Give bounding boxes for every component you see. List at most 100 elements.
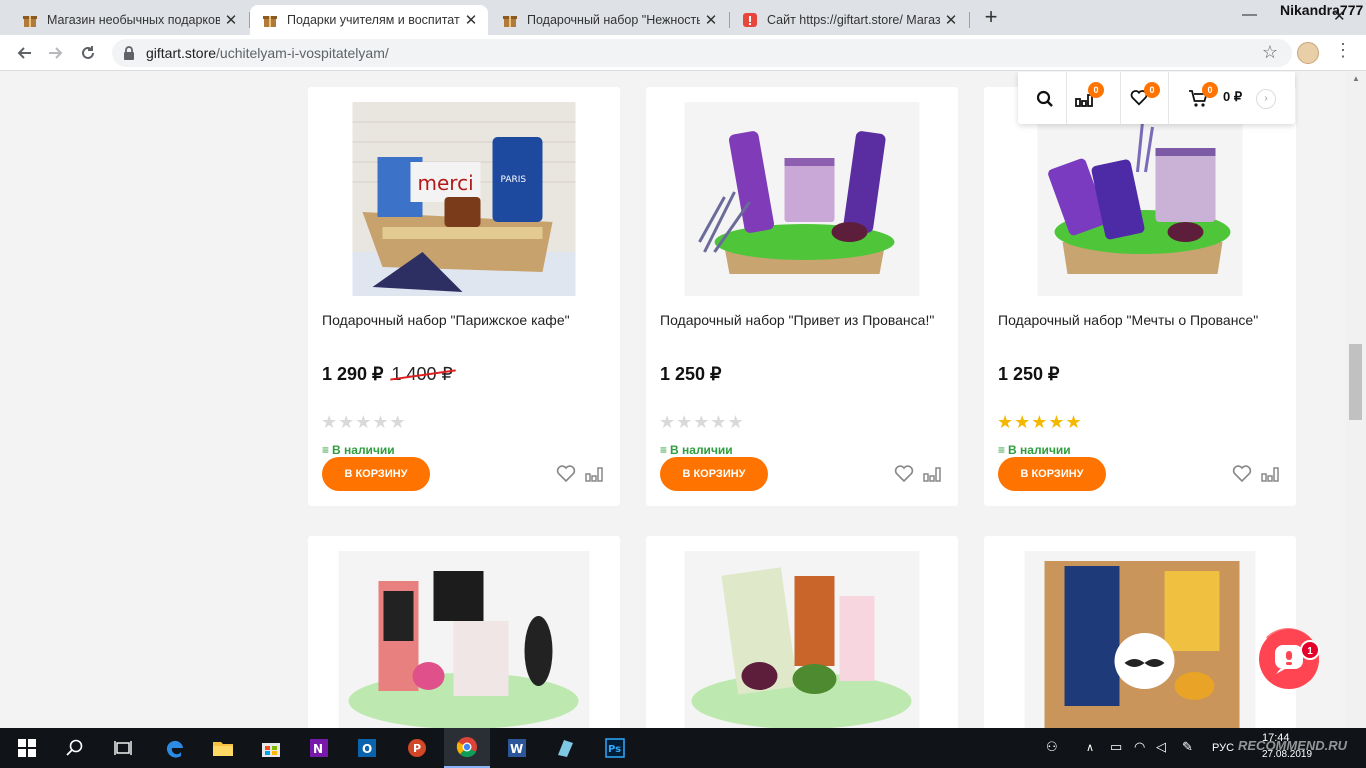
product-image[interactable] [338, 551, 590, 728]
product-card[interactable] [308, 536, 620, 728]
stock-status: ≡ В наличии [998, 443, 1071, 457]
compare-icon[interactable] [922, 465, 942, 483]
tray-chevron-icon[interactable]: ∧ [1086, 741, 1094, 754]
compare-icon[interactable] [584, 465, 604, 483]
clock-time[interactable]: 17:44 [1262, 732, 1290, 744]
arrow-right-icon [49, 47, 63, 59]
close-icon[interactable]: ✕ [460, 11, 482, 29]
volume-icon[interactable]: ◁ [1156, 739, 1166, 755]
close-window-icon[interactable]: ✕ [1333, 7, 1346, 25]
taskbar-store[interactable] [248, 728, 294, 768]
onenote-icon: N [310, 739, 328, 757]
cart-arrow-button[interactable]: › [1256, 89, 1276, 109]
people-icon[interactable]: ⚇ [1046, 739, 1058, 755]
rating-stars[interactable]: ★★★★★ [659, 412, 745, 433]
taskbar-photoshop[interactable]: Ps [592, 728, 638, 768]
windows-logo-icon [18, 739, 36, 757]
browser-toolbar: giftart.store/uchitelyam-i-vospitatelyam… [0, 35, 1366, 71]
app-icon [558, 740, 573, 757]
header-actions-panel: 0 0 0 0 ₽ › [1018, 72, 1295, 124]
taskbar-edge[interactable] [152, 728, 198, 768]
tab-teachers[interactable]: Подарки учителям и воспитате ✕ [250, 5, 488, 35]
product-price: 1 250 ₽ [998, 364, 1060, 385]
close-icon[interactable]: ✕ [220, 11, 242, 29]
product-image[interactable] [1037, 102, 1243, 296]
browser-menu-icon[interactable]: ⋮ [1334, 40, 1352, 61]
user-name[interactable]: Nikandra777 [1280, 2, 1363, 18]
search-icon[interactable] [1036, 90, 1054, 108]
url-domain: giftart.store [146, 45, 217, 61]
taskbar-app[interactable] [542, 728, 588, 768]
svg-text:O: O [362, 742, 372, 756]
bookmark-star-icon[interactable]: ☆ [1262, 42, 1278, 63]
panel-divider [1168, 72, 1169, 124]
svg-text:N: N [313, 742, 323, 756]
product-title[interactable]: Подарочный набор "Парижское кафе" [322, 312, 570, 328]
add-to-cart-button[interactable]: В КОРЗИНУ [322, 457, 430, 491]
tab-strip: Магазин необычных подарков ✕ Подарки учи… [0, 0, 1366, 35]
reload-button[interactable] [76, 41, 100, 65]
wifi-icon[interactable]: ◠ [1134, 739, 1145, 755]
search-icon [66, 739, 83, 756]
heart-icon[interactable] [894, 465, 914, 483]
new-tab-button[interactable]: + [978, 6, 1004, 30]
minimize-icon[interactable]: — [1242, 6, 1257, 23]
product-image[interactable] [684, 551, 920, 728]
battery-icon[interactable]: ▭ [1110, 739, 1122, 755]
pen-icon[interactable]: ✎ [1182, 739, 1193, 755]
stock-status: ≡ В наличии [660, 443, 733, 457]
url-path: /uchitelyam-i-vospitatelyam/ [216, 45, 389, 61]
taskbar-explorer[interactable] [200, 728, 246, 768]
product-image[interactable] [684, 102, 920, 296]
rating-stars[interactable]: ★★★★★ [997, 412, 1083, 433]
product-price: 1 290 ₽ 1 400 ₽ [322, 364, 453, 385]
close-icon[interactable]: ✕ [940, 11, 962, 29]
wishlist-count-badge: 0 [1144, 82, 1160, 98]
svg-text:P: P [413, 742, 421, 755]
taskbar-onenote[interactable]: N [296, 728, 342, 768]
cart-total[interactable]: 0 ₽ [1223, 89, 1242, 105]
taskbar-chrome[interactable] [444, 728, 490, 768]
product-card[interactable] [984, 536, 1296, 728]
task-view-button[interactable] [100, 728, 146, 768]
product-title[interactable]: Подарочный набор "Привет из Прованса!" [660, 312, 934, 328]
add-to-cart-button[interactable]: В КОРЗИНУ [660, 457, 768, 491]
current-price: 1 250 ₽ [660, 364, 722, 384]
tab-title: Подарки учителям и воспитате [287, 13, 460, 27]
product-card[interactable]: merci PARIS Подарочный набор "Парижское … [308, 87, 620, 506]
profile-avatar[interactable] [1297, 42, 1319, 64]
tab-title: Сайт https://giftart.store/ Магази [767, 13, 940, 27]
taskbar-powerpoint[interactable]: P [394, 728, 440, 768]
language-indicator[interactable]: РУС [1212, 742, 1234, 754]
compare-count-badge: 0 [1088, 82, 1104, 98]
search-button[interactable] [52, 728, 98, 768]
product-image[interactable] [1024, 551, 1256, 728]
product-card[interactable] [646, 536, 958, 728]
compare-icon[interactable] [1260, 465, 1280, 483]
tab-gift-shop[interactable]: Магазин необычных подарков ✕ [10, 5, 248, 35]
page-scrollbar[interactable]: ▲ [1346, 72, 1366, 728]
heart-icon[interactable] [1232, 465, 1252, 483]
photoshop-icon: Ps [605, 738, 625, 758]
forward-button[interactable] [44, 41, 68, 65]
product-image[interactable]: merci PARIS [352, 102, 576, 296]
product-card[interactable]: Подарочный набор "Привет из Прованса!" 1… [646, 87, 958, 506]
taskbar-word[interactable]: W [494, 728, 540, 768]
scroll-up-arrow-icon[interactable]: ▲ [1352, 74, 1360, 83]
rating-stars[interactable]: ★★★★★ [321, 412, 407, 433]
add-to-cart-button[interactable]: В КОРЗИНУ [998, 457, 1106, 491]
address-bar[interactable]: giftart.store/uchitelyam-i-vospitatelyam… [112, 39, 1292, 67]
product-card[interactable]: Подарочный набор "Мечты о Провансе" 1 25… [984, 87, 1296, 506]
scrollbar-thumb[interactable] [1349, 344, 1362, 420]
clock-date[interactable]: 27.08.2019 [1262, 749, 1312, 760]
heart-icon[interactable] [556, 465, 576, 483]
product-title[interactable]: Подарочный набор "Мечты о Провансе" [998, 312, 1258, 328]
back-button[interactable] [12, 41, 36, 65]
tab-tenderness-set[interactable]: Подарочный набор "Нежность" ✕ [490, 5, 728, 35]
cart-count-badge: 0 [1202, 82, 1218, 98]
tab-site-review[interactable]: Сайт https://giftart.store/ Магази ✕ [730, 5, 968, 35]
gift-favicon-icon [502, 12, 518, 28]
start-button[interactable] [4, 728, 50, 768]
taskbar-outlook[interactable]: O [344, 728, 390, 768]
close-icon[interactable]: ✕ [700, 11, 722, 29]
